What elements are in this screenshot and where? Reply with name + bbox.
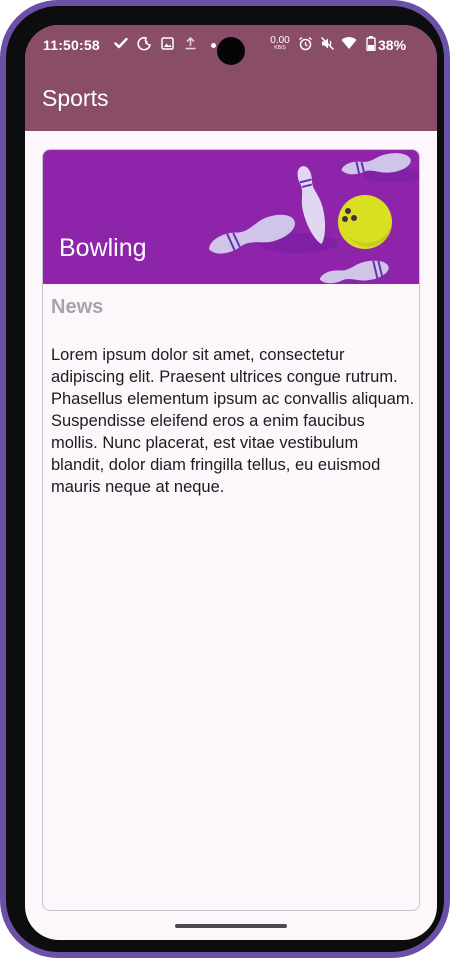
check-icon — [113, 35, 129, 51]
banner-title: Bowling — [59, 234, 147, 262]
sport-card[interactable]: Bowling News Lorem ipsum dolor sit amet,… — [42, 149, 420, 911]
do-not-disturb-moon-icon: z — [136, 35, 152, 51]
bowling-illustration — [209, 153, 419, 284]
battery-icon — [363, 35, 379, 51]
section-heading: News — [51, 296, 104, 318]
svg-text:z: z — [145, 40, 148, 46]
front-camera — [217, 37, 245, 65]
alarm-icon — [297, 35, 313, 51]
screen: 11:50:58 z 0.00 KB/S 38% Sports Bowling … — [25, 25, 437, 940]
network-speed: 0.00 KB/S — [268, 36, 292, 52]
status-icons-left: z — [113, 35, 198, 51]
status-bar: 11:50:58 z 0.00 KB/S 38% — [25, 25, 437, 65]
mute-icon — [319, 35, 335, 51]
banner-image: Bowling — [43, 150, 419, 284]
gesture-nav-handle[interactable] — [175, 924, 287, 928]
bowling-pin-bottom-right — [319, 260, 389, 284]
image-icon — [159, 35, 175, 51]
top-app-region: 11:50:58 z 0.00 KB/S 38% Sports — [25, 25, 437, 131]
bowling-ball — [338, 195, 392, 249]
battery-percentage: 38% — [378, 37, 407, 53]
wifi-icon — [341, 35, 357, 51]
news-body-text: Lorem ipsum dolor sit amet, consectetur … — [51, 346, 415, 496]
network-speed-unit: KB/S — [274, 45, 286, 51]
notification-dot — [211, 43, 216, 48]
upload-icon — [182, 35, 198, 51]
app-bar-title: Sports — [42, 85, 109, 111]
status-time: 11:50:58 — [43, 37, 100, 53]
device-frame: 11:50:58 z 0.00 KB/S 38% Sports Bowling … — [0, 0, 450, 958]
status-icons-right — [297, 35, 379, 51]
bowling-pin-left — [209, 214, 295, 254]
device-bezel: 11:50:58 z 0.00 KB/S 38% Sports Bowling … — [6, 6, 444, 952]
